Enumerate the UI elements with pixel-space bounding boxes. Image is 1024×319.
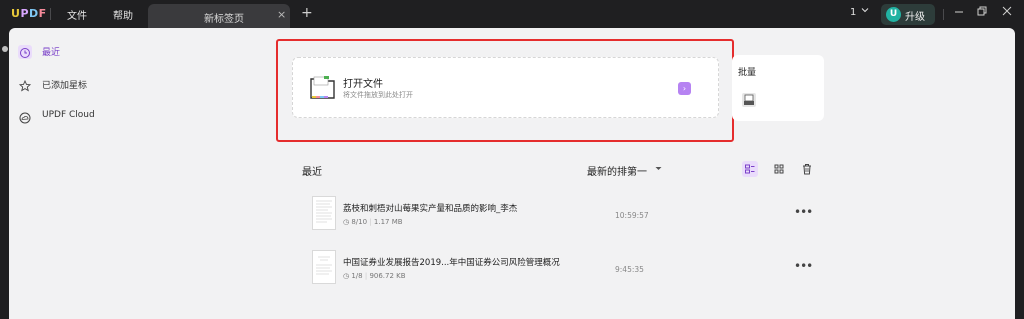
- file-time: 10:59:57: [615, 211, 649, 220]
- cloud-icon: [18, 110, 32, 124]
- collapse-handle[interactable]: [2, 46, 8, 52]
- file-pages: 1/8: [351, 272, 363, 280]
- window-divider: [943, 9, 944, 20]
- clock-icon: [18, 45, 32, 59]
- sidebar-item-recent[interactable]: 最近: [18, 42, 128, 62]
- batch-print-icon: [740, 91, 758, 109]
- file-name: 荔枝和刺梧对山莓果实产量和品质的影响_李杰: [343, 204, 518, 214]
- more-options-icon[interactable]: •••: [794, 259, 813, 273]
- trash-icon[interactable]: [799, 161, 815, 177]
- batch-label: 批量: [738, 68, 757, 78]
- tab-title: 新标签页: [204, 14, 244, 25]
- restore-icon[interactable]: [976, 5, 988, 20]
- version-count[interactable]: 1: [850, 7, 856, 18]
- caret-down-icon[interactable]: [655, 165, 662, 174]
- file-size: 906.72 KB: [369, 272, 406, 280]
- list-item[interactable]: 中国证券业发展报告2019...年中国证券公司风险管理概况 ◷ 1/8 | 90…: [312, 250, 813, 294]
- minimize-icon[interactable]: [953, 5, 965, 20]
- close-icon[interactable]: [1001, 5, 1013, 20]
- clock-icon: ◷: [343, 218, 350, 226]
- highlight-frame: [276, 39, 734, 142]
- file-pages: 8/10: [351, 218, 368, 226]
- tab-new[interactable]: 新标签页 ×: [148, 4, 290, 28]
- upgrade-button[interactable]: U 升级: [881, 4, 935, 25]
- sidebar-item-label: UPDF Cloud: [42, 110, 95, 120]
- tab-close-icon[interactable]: ×: [277, 8, 286, 21]
- menu-file[interactable]: 文件: [67, 7, 87, 22]
- list-view-icon[interactable]: [742, 161, 758, 177]
- add-tab-icon[interactable]: +: [301, 5, 313, 21]
- grid-view-icon[interactable]: [771, 161, 787, 177]
- star-icon: [18, 78, 32, 92]
- list-item[interactable]: 荔枝和刺梧对山莓果实产量和品质的影响_李杰 ◷ 8/10 | 1.17 MB 1…: [312, 196, 813, 240]
- file-name: 中国证券业发展报告2019...年中国证券公司风险管理概况: [343, 258, 560, 268]
- file-size: 1.17 MB: [373, 218, 403, 226]
- file-meta: ◷ 1/8 | 906.72 KB: [343, 272, 406, 280]
- sidebar-item-starred[interactable]: 已添加星标: [18, 75, 128, 95]
- menu-help[interactable]: 帮助: [113, 7, 133, 22]
- batch-card[interactable]: 批量: [732, 55, 824, 121]
- sidebar-item-label: 最近: [42, 48, 61, 58]
- upgrade-label: 升级: [905, 12, 925, 23]
- file-thumbnail: [312, 196, 336, 230]
- sort-select[interactable]: 最新的排第一: [587, 163, 647, 178]
- more-options-icon[interactable]: •••: [794, 205, 813, 219]
- clock-icon: ◷: [343, 272, 350, 280]
- recent-title: 最近: [302, 167, 322, 178]
- chevron-down-icon[interactable]: [861, 6, 869, 17]
- sidebar-item-cloud[interactable]: UPDF Cloud: [18, 107, 128, 127]
- file-thumbnail: [312, 250, 336, 284]
- updf-logo: UPDF: [11, 7, 47, 20]
- title-bar: UPDF 文件 帮助 新标签页 × + 1 U 升级: [0, 0, 1024, 28]
- menu-divider: [50, 8, 51, 20]
- avatar: U: [886, 7, 901, 22]
- file-meta: ◷ 8/10 | 1.17 MB: [343, 218, 403, 226]
- sidebar-item-label: 已添加星标: [42, 81, 88, 91]
- file-time: 9:45:35: [615, 265, 644, 274]
